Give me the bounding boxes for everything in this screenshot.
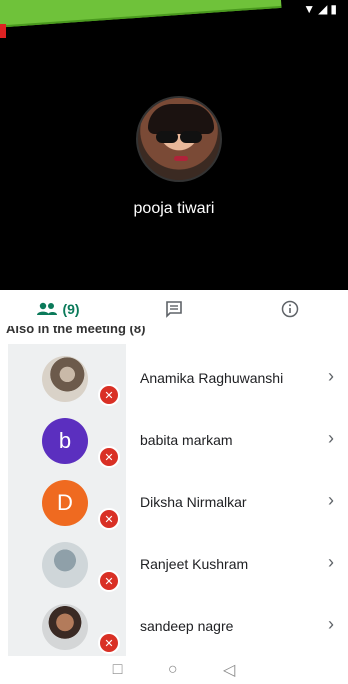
chevron-right-icon: › <box>328 366 334 386</box>
participant-name: Ranjeet Kushram <box>140 556 249 572</box>
info-icon <box>281 300 299 318</box>
avatar: D <box>42 480 88 526</box>
mic-off-icon: ✕ <box>98 446 120 468</box>
tab-bar: (9) <box>0 290 348 328</box>
participant-list: ✕ Anamika Raghuwanshi › b ✕ babita marka… <box>8 344 348 656</box>
mic-off-icon: ✕ <box>98 632 120 654</box>
system-nav-bar: □ ○ ◁ <box>0 656 348 684</box>
home-button[interactable]: ○ <box>168 661 178 679</box>
avatar <box>42 542 88 588</box>
main-participant-avatar <box>136 96 222 182</box>
list-item[interactable]: b ✕ babita markam › <box>8 410 348 472</box>
mic-off-icon: ✕ <box>98 384 120 406</box>
tab-info[interactable] <box>232 290 348 328</box>
avatar <box>42 356 88 402</box>
chevron-right-icon: › <box>328 552 334 572</box>
chevron-right-icon: › <box>328 428 334 448</box>
participant-name: Diksha Nirmalkar <box>140 494 247 510</box>
participant-name: sandeep nagre <box>140 618 234 634</box>
list-header: Also in the meeting (8) <box>0 326 348 342</box>
participant-name: babita markam <box>140 432 233 448</box>
recents-button[interactable]: □ <box>113 661 123 679</box>
mic-off-icon: ✕ <box>98 508 120 530</box>
list-item[interactable]: D ✕ Diksha Nirmalkar › <box>8 472 348 534</box>
list-item[interactable]: ✕ Ranjeet Kushram › <box>8 534 348 596</box>
red-corner-mark <box>0 24 6 38</box>
list-header-text: Also in the meeting (8) <box>6 326 146 336</box>
list-item[interactable]: ✕ sandeep nagre › <box>8 596 348 658</box>
back-button[interactable]: ◁ <box>223 660 235 680</box>
overlay-banner: ▬ ▬ ▬ <box>0 0 282 29</box>
avatar: b <box>42 418 88 464</box>
participant-count: (9) <box>62 301 80 317</box>
mic-off-icon: ✕ <box>98 570 120 592</box>
list-item[interactable]: ✕ Anamika Raghuwanshi › <box>8 348 348 410</box>
tab-people[interactable]: (9) <box>0 290 116 328</box>
tab-chat[interactable] <box>116 290 232 328</box>
chevron-right-icon: › <box>328 614 334 634</box>
main-participant-name: pooja tiwari <box>133 200 215 217</box>
people-icon <box>37 302 58 315</box>
video-area[interactable]: ▬ ▬ ▬ ▼◢▮ pooja tiwari <box>0 0 348 290</box>
status-icons: ▼◢▮ <box>303 2 340 16</box>
avatar <box>42 604 88 650</box>
chevron-right-icon: › <box>328 490 334 510</box>
participant-name: Anamika Raghuwanshi <box>140 370 284 386</box>
chat-icon <box>166 301 182 318</box>
